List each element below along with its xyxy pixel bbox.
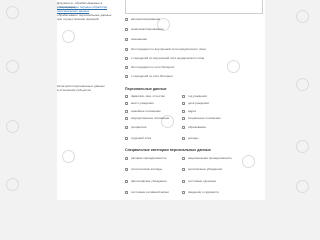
- section-title-personal: Персональные данные: [125, 87, 167, 91]
- special-label: сведения о судимости: [188, 190, 219, 194]
- personal-label: адрес: [188, 109, 197, 113]
- checkbox[interactable]: [125, 191, 129, 195]
- checkbox[interactable]: [182, 126, 186, 130]
- special-label: религиозные убеждения: [188, 167, 222, 171]
- checkbox[interactable]: [125, 168, 129, 172]
- checkbox[interactable]: [125, 180, 129, 184]
- personal-label: образование: [188, 125, 206, 129]
- checkbox[interactable]: [125, 48, 129, 52]
- checkbox[interactable]: [125, 157, 129, 161]
- option-label: смешанная: [131, 37, 147, 41]
- watermark-logo-icon: [6, 60, 19, 73]
- watermark-logo-icon: [242, 155, 255, 168]
- personal-label: профессия: [131, 125, 147, 129]
- watermark-logo-icon: [296, 78, 309, 91]
- checkbox[interactable]: [125, 126, 129, 130]
- option-label: автоматизированная: [131, 17, 161, 21]
- personal-label: имущественное положение: [131, 116, 170, 120]
- section-title-special: Специальные категории персональных данны…: [125, 148, 211, 152]
- special-label: национальная принадлежность: [188, 156, 233, 160]
- watermark-logo-icon: [62, 150, 75, 163]
- watermark-logo-icon: [296, 140, 309, 153]
- watermark-logo-icon: [227, 60, 240, 73]
- checkbox[interactable]: [182, 110, 186, 114]
- option-label: с передачей по сети Интернет: [131, 74, 174, 78]
- watermark-logo-icon: [62, 30, 75, 43]
- special-label: политические взгляды: [131, 167, 163, 171]
- special-label: состояние здоровья: [188, 179, 217, 183]
- personal-label: место рождения: [131, 101, 154, 105]
- personal-label: социальное положение: [188, 116, 221, 120]
- checkbox[interactable]: [125, 110, 129, 114]
- checkbox[interactable]: [125, 75, 129, 79]
- checkbox[interactable]: [125, 57, 129, 61]
- special-label: философские убеждения: [131, 179, 167, 183]
- watermark-logo-icon: [296, 10, 309, 23]
- checkbox[interactable]: [125, 66, 129, 70]
- checkbox[interactable]: [182, 117, 186, 121]
- personal-label: семейное положение: [131, 109, 161, 113]
- checkbox[interactable]: [125, 137, 129, 141]
- checkbox[interactable]: [182, 180, 186, 184]
- option-label: без передачи по внутренней сети юридичес…: [131, 47, 206, 51]
- watermark-logo-icon: [6, 178, 19, 191]
- personal-label: год рождения: [188, 94, 207, 98]
- special-label: расовая принадлежность: [131, 156, 167, 160]
- description-textarea[interactable]: [125, 0, 263, 14]
- checkbox[interactable]: [182, 95, 186, 99]
- option-label: с передачей по внутренней сети юридическ…: [131, 56, 205, 60]
- checkbox[interactable]: [125, 102, 129, 106]
- watermark-logo-icon: [6, 120, 19, 133]
- checkbox[interactable]: [182, 191, 186, 195]
- checkbox[interactable]: [125, 95, 129, 99]
- watermark-logo-icon: [6, 6, 19, 19]
- categories-label-2: в отношении субъектов: [57, 88, 91, 92]
- option-label: неавтоматизированная: [131, 27, 164, 31]
- checkbox[interactable]: [125, 38, 129, 42]
- special-label: состояние интимной жизни: [131, 190, 169, 194]
- personal-label: доходы: [188, 136, 199, 140]
- option-label: без передачи по сети Интернет: [131, 65, 175, 69]
- checkbox[interactable]: [125, 117, 129, 121]
- intro-label-2: обрабатывают персональные данные при осу…: [57, 13, 112, 21]
- watermark-logo-icon: [296, 180, 309, 193]
- checkbox[interactable]: [182, 157, 186, 161]
- personal-label: трудовой стаж: [131, 136, 152, 140]
- checkbox[interactable]: [182, 102, 186, 106]
- checkbox[interactable]: [125, 28, 129, 32]
- checkbox[interactable]: [182, 137, 186, 141]
- checkbox[interactable]: [182, 168, 186, 172]
- personal-label: фамилия, имя, отчество: [131, 94, 165, 98]
- personal-label: дата рождения: [188, 101, 209, 105]
- checkbox[interactable]: [125, 18, 129, 22]
